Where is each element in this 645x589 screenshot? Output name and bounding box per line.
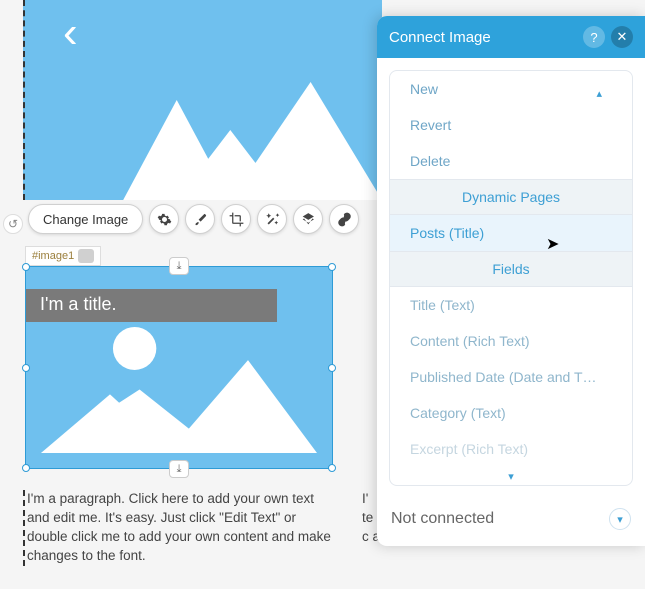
change-image-button[interactable]: Change Image bbox=[28, 204, 143, 234]
panel-header: Connect Image ? ✕ bbox=[377, 16, 645, 58]
field-option-published-date[interactable]: Published Date (Date and T… bbox=[390, 359, 632, 395]
resize-handle[interactable] bbox=[22, 464, 30, 472]
gear-icon[interactable] bbox=[149, 204, 179, 234]
history-icon[interactable]: ↺ bbox=[3, 214, 23, 234]
dropdown-item-posts-title[interactable]: Posts (Title) bbox=[390, 215, 632, 251]
field-option-category[interactable]: Category (Text) bbox=[390, 395, 632, 431]
stretch-top-icon[interactable]: ⤓ bbox=[169, 257, 189, 275]
link-icon[interactable] bbox=[329, 204, 359, 234]
hero-image-block[interactable]: ‹ bbox=[23, 0, 382, 200]
resize-handle[interactable] bbox=[22, 263, 30, 271]
element-id-label: #image1 bbox=[32, 250, 74, 262]
layers-icon[interactable] bbox=[293, 204, 323, 234]
expand-icon[interactable]: ▾ bbox=[609, 508, 631, 530]
resize-handle[interactable] bbox=[328, 364, 336, 372]
dropdown-item-new[interactable]: New ▴ bbox=[390, 71, 632, 107]
cursor-icon: ➤ bbox=[546, 234, 559, 254]
dataset-dropdown: New ▴ Revert Delete Dynamic Pages Posts … bbox=[389, 70, 633, 486]
resize-handle[interactable] bbox=[328, 263, 336, 271]
dropdown-section-dynamic-pages: Dynamic Pages bbox=[390, 179, 632, 215]
element-id-tag: #image1 bbox=[25, 246, 101, 266]
image-toolbar: Change Image bbox=[28, 204, 359, 234]
dropdown-item-label: New bbox=[410, 81, 438, 97]
resize-handle[interactable] bbox=[22, 364, 30, 372]
chevron-left-icon[interactable]: ‹ bbox=[63, 8, 78, 58]
field-option-content[interactable]: Content (Rich Text) bbox=[390, 323, 632, 359]
connection-status-label: Not connected bbox=[391, 510, 609, 528]
mountain-icon bbox=[25, 60, 382, 200]
help-icon[interactable]: ? bbox=[583, 26, 605, 48]
dropdown-item-delete[interactable]: Delete bbox=[390, 143, 632, 179]
paragraph-text[interactable]: I'm a paragraph. Click here to add your … bbox=[23, 490, 333, 566]
brush-icon[interactable] bbox=[185, 204, 215, 234]
connect-image-panel: Connect Image ? ✕ New ▴ Revert Delete Dy… bbox=[377, 16, 645, 546]
chevron-up-icon[interactable]: ▴ bbox=[596, 87, 602, 100]
dropdown-item-revert[interactable]: Revert bbox=[390, 107, 632, 143]
field-option-excerpt[interactable]: Excerpt (Rich Text) bbox=[390, 431, 632, 467]
panel-footer: Not connected ▾ bbox=[377, 498, 645, 546]
chevron-down-icon[interactable]: ▾ bbox=[390, 467, 632, 485]
panel-title: Connect Image bbox=[389, 29, 577, 46]
editor-canvas: ‹ ↺ Change Image #image1 I'm a title. bbox=[0, 0, 380, 589]
image-title-overlay[interactable]: I'm a title. bbox=[26, 289, 277, 322]
magic-icon[interactable] bbox=[257, 204, 287, 234]
close-icon[interactable]: ✕ bbox=[611, 26, 633, 48]
resize-handle[interactable] bbox=[328, 464, 336, 472]
stretch-bottom-icon[interactable]: ⤓ bbox=[169, 460, 189, 478]
dropdown-section-fields: Fields bbox=[390, 251, 632, 287]
selected-image-element[interactable]: I'm a title. ⤓ ⤓ bbox=[25, 266, 333, 469]
cloud-icon bbox=[78, 249, 94, 263]
field-option-title[interactable]: Title (Text) bbox=[390, 287, 632, 323]
crop-icon[interactable] bbox=[221, 204, 251, 234]
